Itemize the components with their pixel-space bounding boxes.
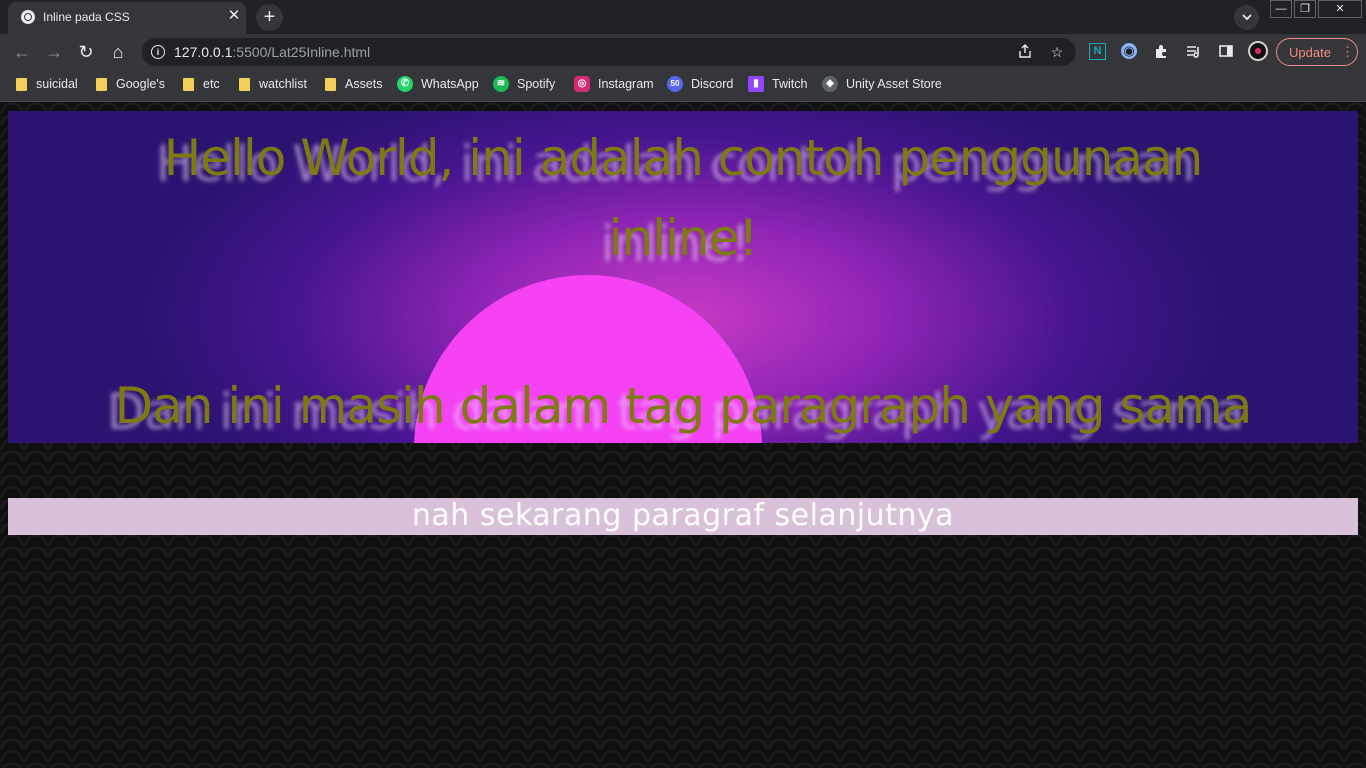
side-panel-icon[interactable] [1217, 43, 1235, 61]
bookmark-label: WhatsApp [421, 77, 479, 91]
bookmark-assets[interactable]: Assets [325, 70, 383, 98]
minimize-button[interactable]: — [1270, 0, 1292, 18]
update-label: Update [1289, 45, 1331, 60]
restore-button[interactable]: ❐ [1294, 0, 1316, 18]
bookmark-star-icon[interactable]: ☆ [1048, 43, 1066, 61]
share-icon[interactable] [1016, 43, 1034, 61]
toolbar: ← → ↻ ⌂ i 127.0.0.1:5500/Lat25Inline.htm… [0, 34, 1366, 70]
discord-icon: 50 [667, 76, 683, 92]
bookmarks-bar: suicidal Google's etc watchlist Assets ✆… [0, 70, 1366, 102]
folder-icon [96, 77, 107, 91]
spotify-icon: ≋ [493, 76, 509, 92]
new-tab-button[interactable]: + [256, 4, 283, 31]
bookmark-unity-asset-store[interactable]: ◈ Unity Asset Store [822, 70, 942, 98]
bookmark-label: Discord [691, 77, 734, 91]
whatsapp-icon: ✆ [397, 76, 413, 92]
hero-paragraph: Hello World, ini adalah contoh penggunaa… [8, 111, 1358, 443]
bookmark-etc[interactable]: etc [183, 70, 220, 98]
forward-button[interactable]: → [42, 40, 66, 64]
url-path: :5500/Lat25Inline.html [232, 44, 371, 60]
bookmark-label: etc [203, 77, 220, 91]
site-info-icon[interactable]: i [151, 45, 165, 59]
bookmark-googles[interactable]: Google's [96, 70, 165, 98]
tab-close-icon[interactable]: ✕ [226, 8, 242, 24]
bookmark-instagram[interactable]: ◎ Instagram [574, 70, 654, 98]
bookmark-label: Assets [345, 77, 383, 91]
hero-text-line-1: Hello World, ini adalah contoh penggunaa… [163, 129, 1204, 187]
tab-search-button[interactable] [1234, 5, 1259, 30]
folder-icon [325, 77, 336, 91]
folder-icon [183, 77, 194, 91]
address-bar[interactable]: i 127.0.0.1:5500/Lat25Inline.html ☆ [142, 38, 1076, 66]
bookmark-label: Instagram [598, 77, 654, 91]
url-host: 127.0.0.1 [174, 44, 233, 60]
instagram-icon: ◎ [574, 76, 590, 92]
twitch-icon: ▮ [748, 76, 764, 92]
google-lens-icon[interactable]: ◉ [1121, 43, 1137, 59]
home-button[interactable]: ⌂ [106, 40, 130, 64]
reload-button[interactable]: ↻ [74, 40, 98, 64]
bookmark-label: Unity Asset Store [846, 77, 942, 91]
folder-icon [16, 77, 27, 91]
browser-window: Inline pada CSS ✕ + — ❐ ✕ ← → ↻ ⌂ i 127.… [0, 0, 1366, 768]
bookmark-label: suicidal [36, 77, 78, 91]
hero-text-line-2: inline! [608, 209, 759, 267]
second-paragraph: nah sekarang paragraf selanjutnya [8, 498, 1358, 535]
reading-list-icon[interactable] [1185, 43, 1203, 61]
bookmark-label: watchlist [259, 77, 307, 91]
bookmark-watchlist[interactable]: watchlist [239, 70, 307, 98]
bookmark-discord[interactable]: 50 Discord [667, 70, 733, 98]
unity-icon: ◈ [822, 76, 838, 92]
tab-strip: Inline pada CSS ✕ + — ❐ ✕ [0, 0, 1366, 34]
bookmark-label: Spotify [517, 77, 556, 91]
extension-n-icon[interactable]: N [1089, 43, 1106, 60]
bookmark-suicidal[interactable]: suicidal [16, 70, 78, 98]
close-window-button[interactable]: ✕ [1318, 0, 1362, 18]
page-content: Hello World, ini adalah contoh penggunaa… [0, 102, 1366, 768]
globe-icon [21, 10, 35, 24]
bookmark-label: Twitch [772, 77, 808, 91]
bookmark-twitch[interactable]: ▮ Twitch [748, 70, 807, 98]
bookmark-whatsapp[interactable]: ✆ WhatsApp [397, 70, 479, 98]
chevron-down-icon [1241, 13, 1252, 20]
extensions-puzzle-icon[interactable] [1153, 43, 1171, 61]
hero-text-line-3: Dan ini masih dalam tag paragraph yang s… [114, 377, 1253, 435]
profile-avatar[interactable] [1248, 41, 1268, 61]
url-text[interactable]: 127.0.0.1:5500/Lat25Inline.html [174, 44, 370, 60]
bookmark-spotify[interactable]: ≋ Spotify [493, 70, 555, 98]
back-button[interactable]: ← [10, 40, 34, 64]
tab-title: Inline pada CSS [43, 10, 130, 24]
bookmark-label: Google's [116, 77, 165, 91]
menu-dots-icon: ⋮ [1341, 44, 1354, 59]
folder-icon [239, 77, 250, 91]
update-button[interactable]: Update ⋮ [1276, 38, 1358, 66]
tab-active[interactable]: Inline pada CSS ✕ [8, 2, 246, 34]
